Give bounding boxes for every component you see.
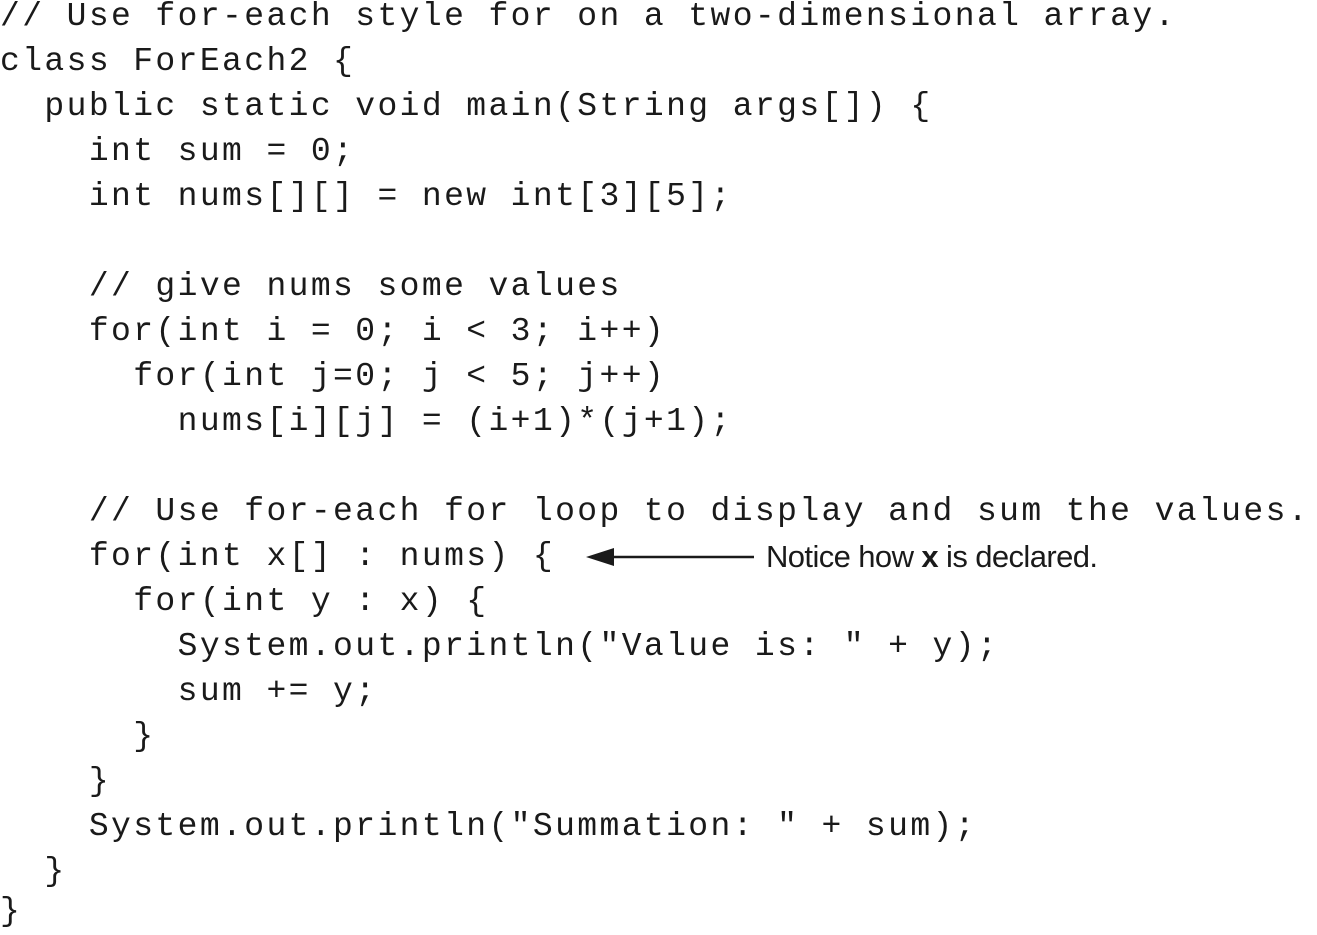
code-line-18: } (0, 763, 112, 800)
code-line-12: // Use for-each for loop to display and … (0, 493, 1310, 530)
callout-emphasis: x (921, 539, 939, 574)
arrow-left-icon (586, 548, 754, 566)
code-line-7: // give nums some values (0, 268, 622, 305)
code-line-8: for(int i = 0; i < 3; i++) (0, 313, 667, 350)
callout-suffix: is declared. (938, 539, 1098, 574)
callout-prefix: Notice how (766, 539, 922, 574)
code-line-10: nums[i][j] = (i+1)*(j+1); (0, 403, 733, 440)
code-line-3: public static void main(String args[]) { (0, 88, 933, 125)
code-line-1: // Use for-each style for on a two-dimen… (0, 0, 1177, 35)
code-line-9: for(int j=0; j < 5; j++) (0, 358, 667, 395)
code-listing: // Use for-each style for on a two-dimen… (0, 0, 1317, 935)
callout-annotation: Notice how x is declared. (586, 534, 1098, 580)
callout-text: Notice how x is declared. (766, 539, 1098, 575)
code-line-4: int sum = 0; (0, 133, 356, 170)
code-line-2: class ForEach2 { (0, 43, 356, 80)
code-line-15: System.out.println("Value is: " + y); (0, 628, 1000, 665)
code-line-20: } (0, 853, 67, 890)
code-line-5: int nums[][] = new int[3][5]; (0, 178, 733, 215)
code-line-13: for(int x[] : nums) { (0, 538, 556, 575)
code-line-17: } (0, 718, 156, 755)
code-line-19: System.out.println("Summation: " + sum); (0, 808, 977, 845)
code-line-21: } (0, 893, 23, 930)
code-line-14: for(int y : x) { (0, 583, 489, 620)
code-line-16: sum += y; (0, 673, 378, 710)
